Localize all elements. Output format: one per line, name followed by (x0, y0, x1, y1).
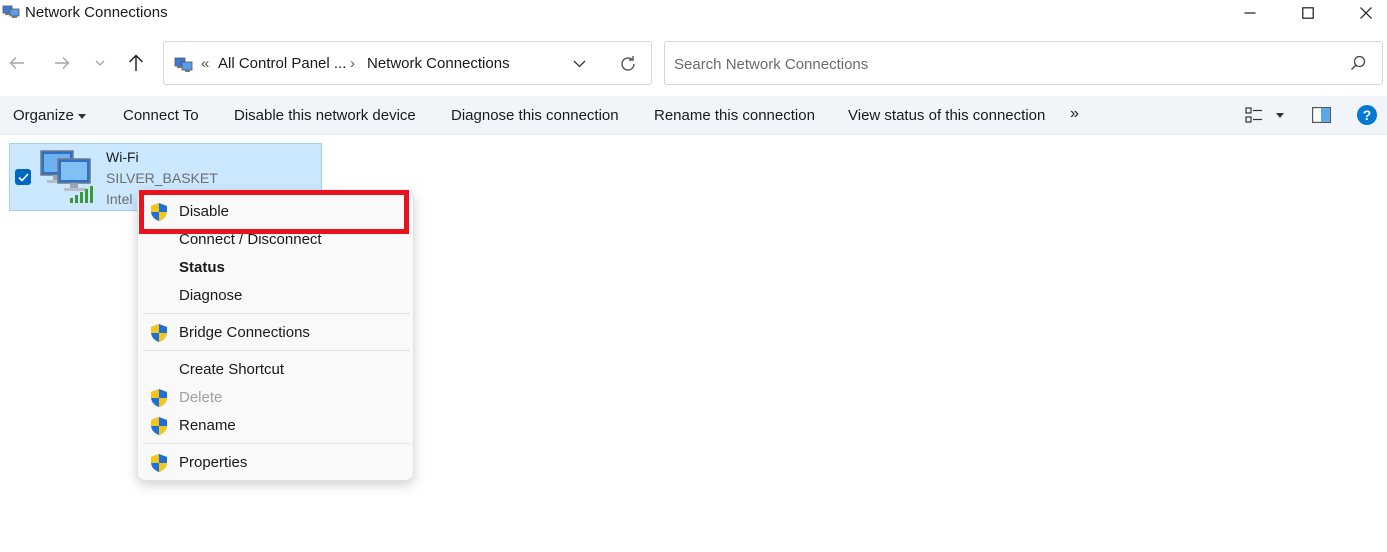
forward-button[interactable] (50, 50, 74, 76)
menu-item-rename[interactable]: Rename (138, 412, 413, 440)
address-bar[interactable]: « All Control Panel ... › Network Connec… (163, 41, 652, 85)
svg-text:?: ? (1363, 107, 1372, 123)
breadcrumb-separator[interactable]: › (350, 55, 355, 72)
up-button[interactable] (124, 50, 148, 76)
navigation-row: « All Control Panel ... › Network Connec… (0, 38, 1387, 88)
help-icon[interactable]: ? (1357, 105, 1377, 125)
breadcrumb-network-connections[interactable]: Network Connections (367, 55, 510, 72)
connection-network: SILVER_BASKET (106, 170, 218, 186)
menu-separator (143, 443, 410, 444)
uac-shield-icon (151, 417, 167, 435)
close-icon (1360, 7, 1372, 19)
breadcrumb-overflow[interactable]: « (201, 55, 209, 72)
window-title: Network Connections (25, 4, 168, 21)
connect-to-button[interactable]: Connect To (123, 107, 199, 124)
rename-connection-button[interactable]: Rename this connection (654, 107, 815, 124)
menu-separator (143, 313, 410, 314)
more-commands-button[interactable]: » (1070, 105, 1079, 123)
menu-item-status[interactable]: Status (138, 254, 413, 282)
menu-item-label: Properties (179, 454, 248, 471)
selection-checkbox[interactable] (15, 169, 31, 185)
breadcrumb-all-control-panel[interactable]: All Control Panel ... (218, 55, 346, 72)
connection-name: Wi-Fi (106, 149, 139, 165)
close-button[interactable] (1337, 0, 1387, 26)
menu-item-properties[interactable]: Properties (138, 449, 413, 477)
connection-adapter: Intel (106, 191, 133, 207)
organize-label: Organize (13, 107, 74, 124)
minimize-icon (1244, 12, 1256, 14)
search-input[interactable] (674, 53, 1334, 75)
menu-item-label: Delete (179, 389, 223, 406)
menu-item-delete: Delete (138, 384, 413, 412)
search-box[interactable] (664, 41, 1383, 85)
organize-menu-button[interactable]: Organize (13, 107, 87, 124)
arrow-right-icon (55, 57, 70, 69)
disable-network-device-button[interactable]: Disable this network device (234, 107, 416, 124)
arrow-left-icon (9, 57, 24, 69)
menu-separator (143, 350, 410, 351)
back-button[interactable] (5, 50, 29, 76)
address-dropdown-icon[interactable] (573, 60, 586, 68)
refresh-icon[interactable] (619, 55, 637, 73)
menu-item-bridge-connections[interactable]: Bridge Connections (138, 319, 413, 347)
view-status-button[interactable]: View status of this connection (848, 107, 1045, 124)
network-folder-icon (174, 57, 193, 72)
recent-locations-button[interactable] (88, 50, 112, 76)
maximize-button[interactable] (1279, 0, 1337, 26)
menu-item-label: Diagnose (179, 287, 243, 304)
change-view-icon[interactable] (1245, 107, 1263, 123)
command-bar: Organize Connect To Disable this network… (0, 96, 1387, 135)
highlight-box-annotation (139, 190, 409, 234)
menu-item-create-shortcut[interactable]: Create Shortcut (138, 356, 413, 384)
view-options-caret-icon[interactable] (1276, 113, 1284, 118)
diagnose-connection-button[interactable]: Diagnose this connection (451, 107, 619, 124)
title-bar: Network Connections (0, 0, 1387, 26)
uac-shield-icon (151, 389, 167, 407)
uac-shield-icon (151, 324, 167, 342)
checkmark-icon (17, 172, 29, 182)
uac-shield-icon (151, 454, 167, 472)
network-connections-app-icon (2, 5, 20, 18)
arrow-up-icon (129, 54, 143, 71)
wireless-adapter-icon (40, 150, 93, 203)
menu-item-diagnose[interactable]: Diagnose (138, 282, 413, 310)
menu-item-label: Status (179, 259, 225, 276)
menu-item-label: Create Shortcut (179, 361, 285, 378)
preview-pane-icon[interactable] (1312, 107, 1331, 123)
search-icon (1351, 55, 1366, 70)
chevron-down-icon (95, 60, 105, 66)
caret-down-icon (78, 113, 87, 119)
menu-item-label: Rename (179, 417, 236, 434)
maximize-icon (1302, 7, 1314, 19)
menu-item-label: Bridge Connections (179, 324, 310, 341)
minimize-button[interactable] (1221, 0, 1279, 26)
